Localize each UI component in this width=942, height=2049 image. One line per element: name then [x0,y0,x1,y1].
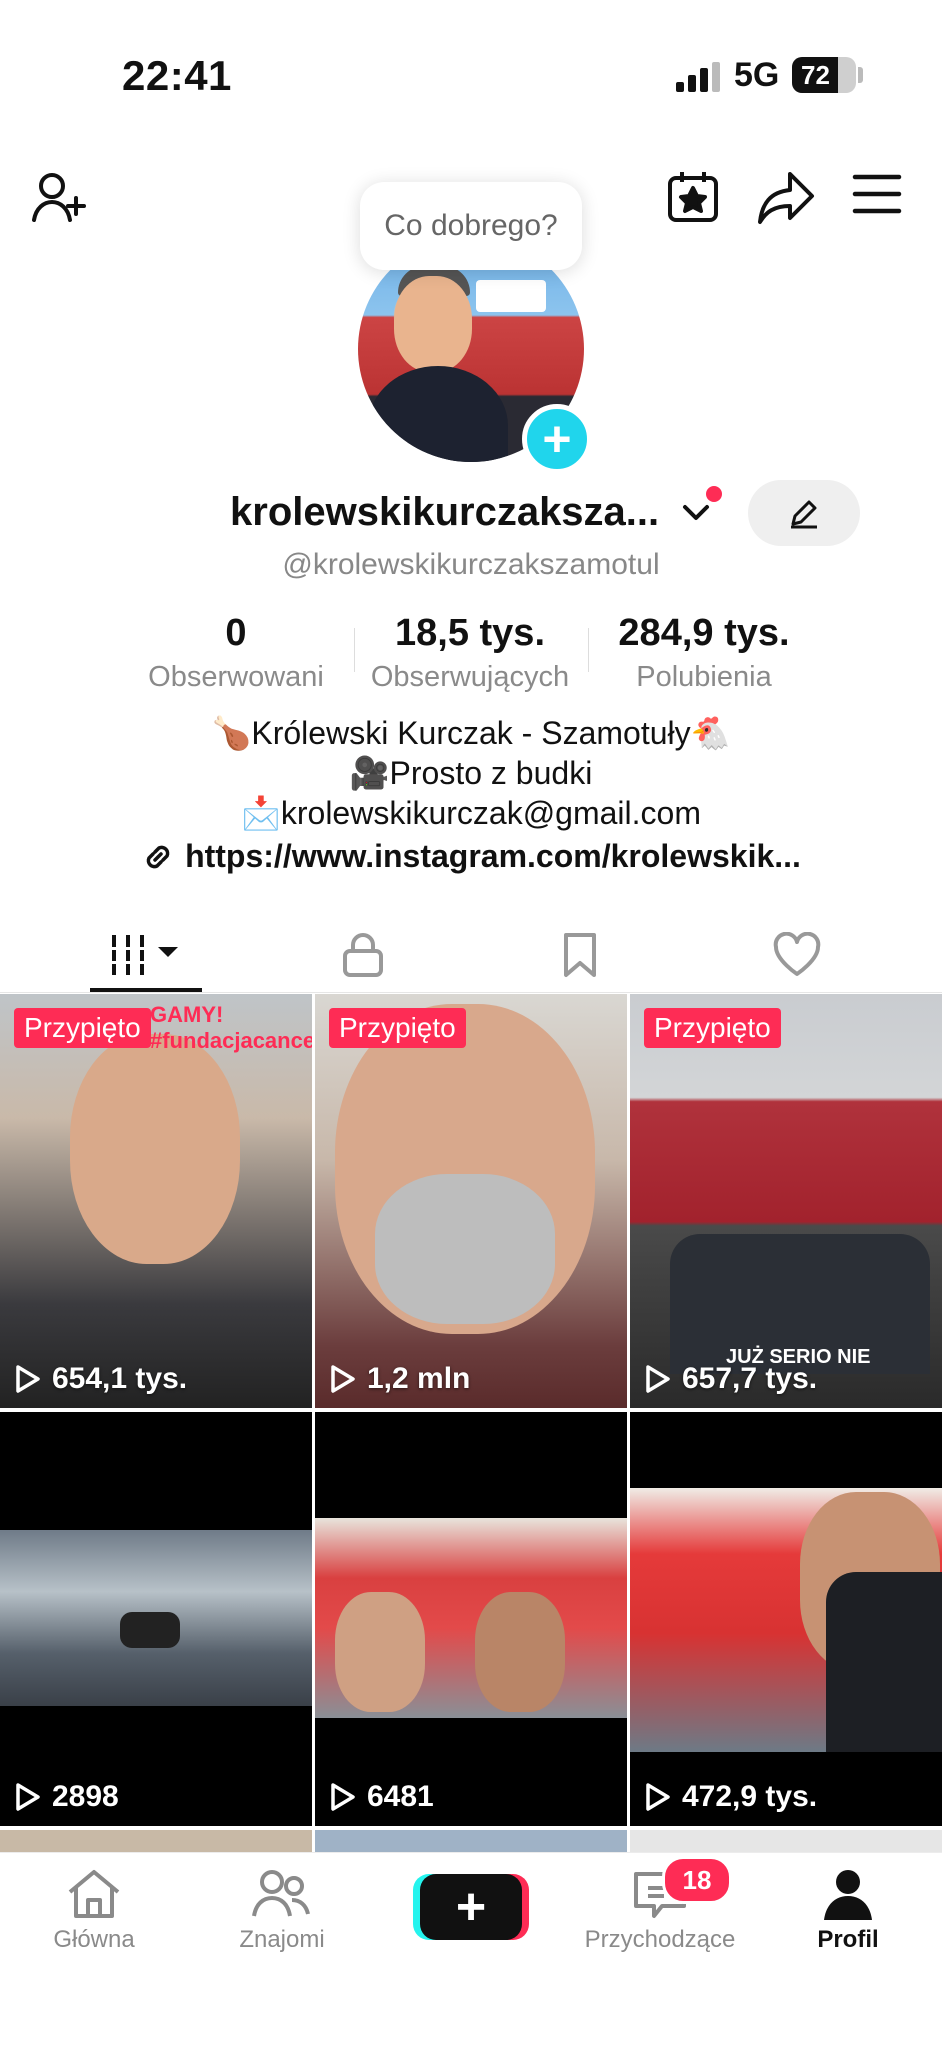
network-label: 5G [734,56,780,94]
calendar-star-icon[interactable] [664,168,722,226]
add-story-button[interactable]: + [522,404,592,474]
battery-icon: 72 [792,57,856,93]
tab-videos[interactable] [27,920,262,990]
menu-icon[interactable] [852,172,902,216]
bio-line: 📩krolewskikurczak@gmail.com [241,795,701,831]
video-tile[interactable]: JUŻ SERIO NIE Przypięto 657,7 tys. [630,994,942,1408]
play-icon [16,1365,40,1393]
video-tile-partial[interactable] [630,1830,942,1852]
view-count: 654,1 tys. [14,1362,187,1396]
friends-icon [252,1870,310,1917]
tab-private[interactable] [245,920,480,990]
home-icon [68,1870,120,1918]
view-count: 2898 [14,1780,119,1814]
stat-label: Polubienia [636,661,772,693]
tab-active-indicator [90,988,202,992]
avatar-face [394,276,472,372]
battery-level: 72 [801,60,830,90]
inbox-badge: 18 [662,1856,732,1904]
pinned-badge: Przypięto [329,1008,466,1048]
play-icon [331,1783,355,1811]
view-count: 6481 [329,1780,434,1814]
play-icon [331,1365,355,1393]
stat-followers[interactable]: 18,5 tys. Obserwujących [370,612,570,694]
bookmark-icon [563,933,596,977]
stat-value: 18,5 tys. [395,612,545,654]
pencil-icon [791,500,817,529]
play-icon [646,1365,670,1393]
video-tile[interactable]: 6481 [315,1412,627,1826]
stat-label: Obserwujących [370,661,570,693]
video-tile-partial[interactable] [0,1830,312,1852]
stat-likes[interactable]: 284,9 tys. Polubienia [604,612,804,694]
play-icon [646,1783,670,1811]
view-count: 1,2 mln [329,1362,470,1396]
play-icon [16,1783,40,1811]
view-count: 472,9 tys. [644,1780,817,1814]
stat-label: Obserwowani [148,661,324,693]
tab-saved[interactable] [462,920,697,990]
pinned-badge: Przypięto [644,1008,781,1048]
bio-line: 🎥Prosto z budki [349,755,593,791]
create-button[interactable]: + [420,1874,522,1940]
video-tile[interactable]: Przypięto 1,2 mln [315,994,627,1408]
pinned-badge: Przypięto [14,1008,151,1048]
stat-divider [354,628,355,672]
avatar-body [368,366,508,462]
profile-icon [824,1870,872,1920]
nav-friends[interactable]: Znajomi [192,1868,372,1954]
chevron-down-icon[interactable] [680,496,712,533]
lock-icon [342,933,383,977]
nav-label: Profil [817,1926,879,1953]
stat-value: 0 [225,612,247,654]
share-icon[interactable] [756,168,816,226]
view-count: 657,7 tys. [644,1362,817,1396]
notification-dot [706,486,722,502]
video-tile-partial[interactable] [315,1830,627,1852]
nav-label: Główna [53,1926,135,1953]
stat-value: 284,9 tys. [618,612,790,654]
profile-name[interactable]: krolewskikurczaksza... [230,490,659,535]
battery-tip [858,67,863,83]
tooltip-bubble[interactable]: Co dobrego? [360,182,582,270]
stat-divider [588,628,589,672]
nav-home[interactable]: Główna [4,1868,184,1954]
view-count-text: 1,2 mln [367,1362,471,1395]
signal-icon [676,62,722,97]
view-count-text: 2898 [52,1780,119,1813]
view-count-text: 657,7 tys. [682,1362,818,1395]
avatar-sign [476,280,546,312]
video-tile[interactable]: 2898 [0,1412,312,1826]
video-tile[interactable]: 472,9 tys. [630,1412,942,1826]
bio-line: 🍗Królewski Kurczak - Szamotuły🐔 [211,715,731,751]
profile-handle: @krolewskikurczakszamotul [282,548,660,581]
profile-link[interactable]: https://www.instagram.com/krolewskik... [0,838,942,875]
stat-following[interactable]: 0 Obserwowani [136,612,336,694]
heart-icon [773,932,820,976]
profile-link-text: https://www.instagram.com/krolewskik... [185,838,801,874]
nav-label: Przychodzące [584,1926,736,1953]
edit-profile-button[interactable] [748,480,860,546]
view-count-text: 6481 [367,1780,434,1813]
nav-label: Znajomi [239,1926,325,1953]
video-tile[interactable]: GAMY! #fundacjacancerfighter Przypięto 6… [0,994,312,1408]
add-friend-icon[interactable] [30,168,90,228]
view-count-text: 472,9 tys. [682,1780,818,1813]
view-count-text: 654,1 tys. [52,1362,188,1395]
tab-liked[interactable] [679,920,914,990]
videos-icon [109,935,178,975]
tabs-divider [0,992,942,993]
video-overlay-text: GAMY! #fundacjacancerfighter [150,1002,312,1053]
status-time: 22:41 [122,52,232,99]
link-icon [146,845,170,868]
nav-profile[interactable]: Profil [758,1868,938,1954]
